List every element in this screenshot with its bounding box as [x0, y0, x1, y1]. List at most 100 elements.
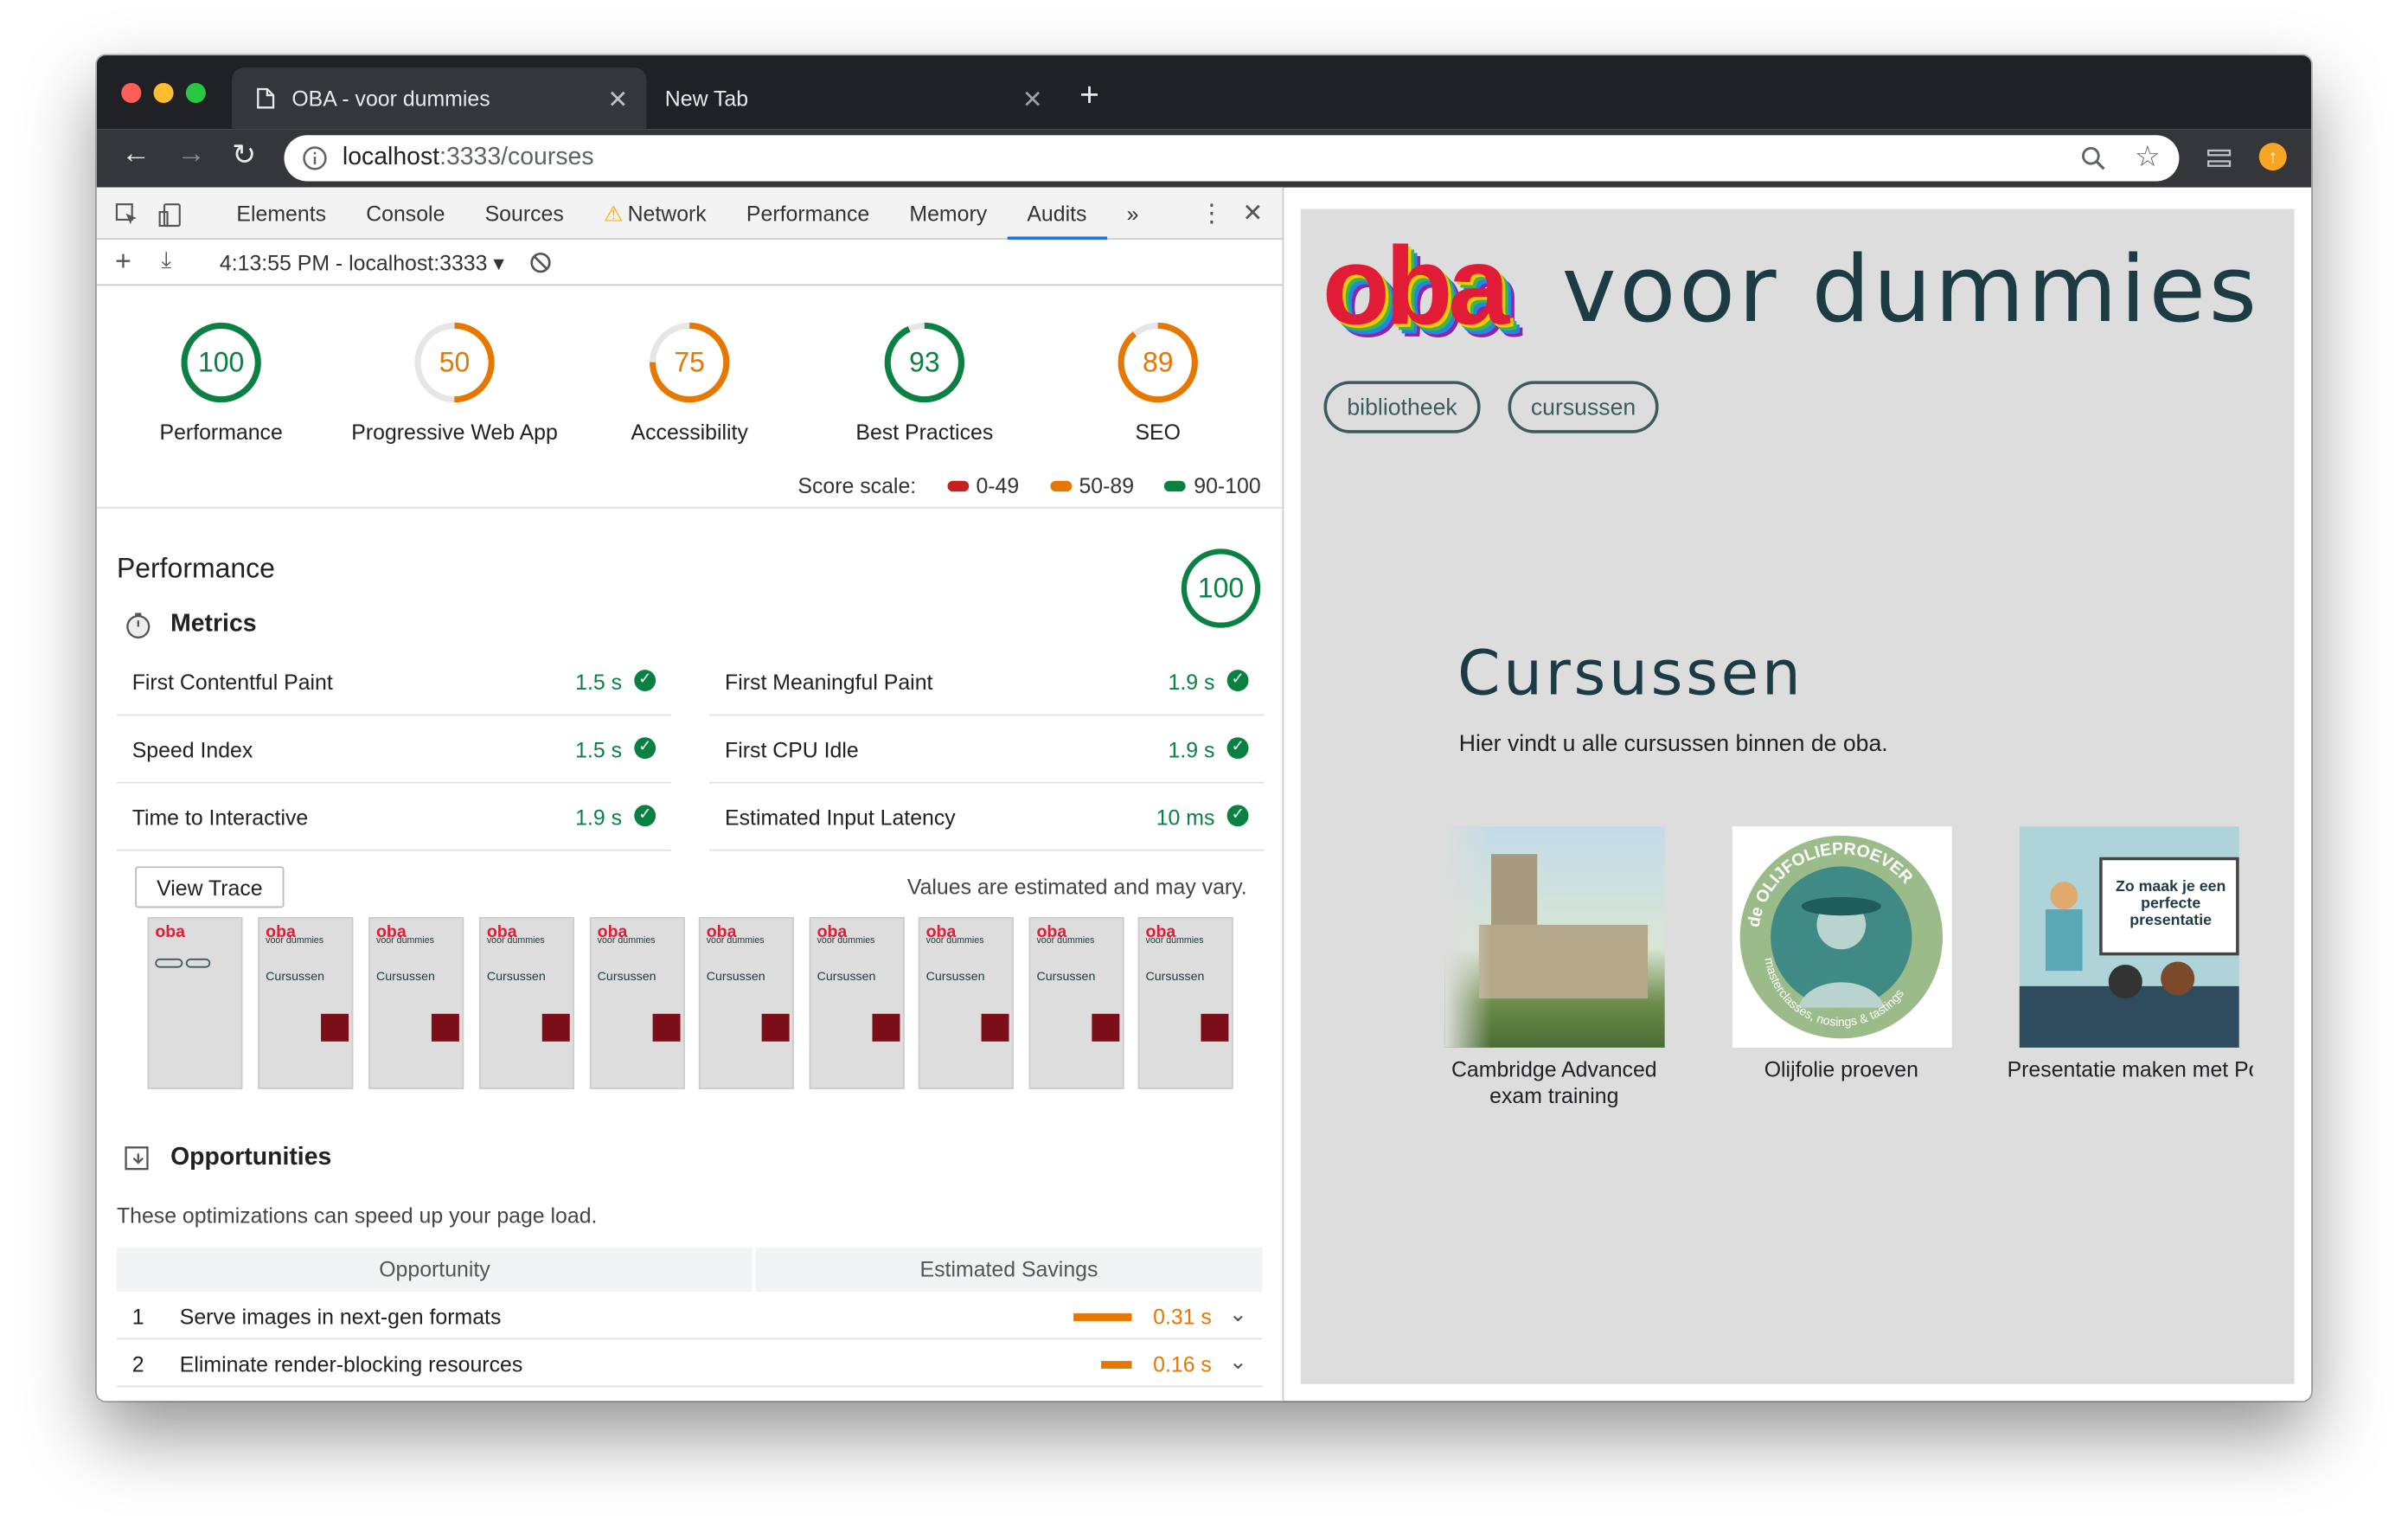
- devtools-tabs: Elements Console Sources ⚠ Network Perfor…: [216, 188, 1158, 240]
- devtools-tabbar: Elements Console Sources ⚠ Network Perfor…: [96, 187, 1283, 240]
- browser-window: OBA - voor dummies ✕ New Tab ✕ + ← → ↻ l…: [96, 55, 2312, 1402]
- gauge-score: 50: [439, 347, 471, 378]
- browser-toolbar: ← → ↻ localhost:3333/courses ☆ ↑: [96, 129, 2312, 188]
- url-path: :3333/courses: [439, 144, 594, 171]
- tab-audits[interactable]: Audits: [1007, 188, 1107, 240]
- filmstrip-frame: oba voor dummies Cursussen: [478, 916, 575, 1089]
- tab-elements[interactable]: Elements: [216, 188, 346, 240]
- reload-icon[interactable]: ↻: [232, 138, 256, 174]
- info-icon[interactable]: [303, 146, 327, 170]
- gauge-ring: 93: [884, 322, 965, 403]
- gauge-score: 75: [674, 347, 705, 378]
- pass-check-icon: ✓: [634, 737, 656, 760]
- close-devtools-icon[interactable]: ✕: [1242, 198, 1263, 229]
- course-card[interactable]: de OLIJFOLIEPROEVER masterclasses, nosin…: [1720, 826, 1963, 1081]
- course-card[interactable]: Zo maak je een perfecte presentatie Pres…: [2008, 826, 2295, 1083]
- gauge-accessibility[interactable]: 75 Accessibility: [574, 319, 804, 444]
- opportunities-title: Opportunities: [170, 1144, 332, 1171]
- close-tab-icon[interactable]: ✕: [607, 85, 628, 116]
- tab-memory[interactable]: Memory: [889, 188, 1007, 240]
- course-title: Presentatie maken met PowerPoint: [2007, 1056, 2253, 1081]
- svg-text:100: 100: [1198, 573, 1244, 604]
- extensions-icon[interactable]: [2206, 146, 2232, 170]
- devtools-menu-icon[interactable]: ⋮: [1200, 198, 1224, 229]
- gauge-performance[interactable]: 100 Performance: [106, 319, 336, 444]
- gauge-pwa[interactable]: 50 Progressive Web App: [339, 319, 569, 444]
- filmstrip-frame: oba voor dummies Cursussen: [809, 916, 905, 1089]
- performance-title: Performance: [116, 553, 275, 584]
- gauge-score: 93: [909, 347, 940, 378]
- new-audit-icon[interactable]: +: [115, 246, 131, 278]
- pass-check-icon: ✓: [1226, 737, 1249, 760]
- nav-bibliotheek[interactable]: bibliotheek: [1323, 381, 1481, 433]
- col-savings: Estimated Savings: [755, 1247, 1263, 1293]
- minimize-window-button[interactable]: [153, 82, 174, 103]
- oba-logo[interactable]: oba: [1322, 224, 1510, 350]
- opportunities-table-header: Opportunity Estimated Savings: [116, 1247, 1263, 1293]
- gauge-ring: 50: [414, 322, 495, 403]
- inspect-element-icon[interactable]: [115, 202, 139, 227]
- close-tab-icon[interactable]: ✕: [1022, 85, 1043, 116]
- metric-row: Estimated Input Latency 10 ms ✓: [709, 784, 1265, 851]
- metric-row: First Contentful Paint 1.5 s ✓: [116, 648, 671, 716]
- zoom-icon[interactable]: [2081, 146, 2105, 170]
- stopwatch-icon: [126, 613, 150, 638]
- gauge-label: Accessibility: [631, 419, 748, 445]
- tab-strip: OBA - voor dummies ✕ New Tab ✕ +: [96, 55, 2312, 130]
- score-scale-legend: Score scale: 0-49 50-89 90-100: [797, 472, 1261, 498]
- audits-toolbar: + ⤓ 4:13:55 PM - localhost:3333 ▾: [96, 239, 1283, 286]
- course-title: Olijfolie proeven: [1764, 1056, 1918, 1081]
- more-tabs-icon[interactable]: »: [1107, 188, 1159, 240]
- filmstrip-frame: oba voor dummies Cursussen: [258, 916, 354, 1089]
- update-icon[interactable]: ↑: [2258, 143, 2287, 171]
- close-window-button[interactable]: [121, 82, 142, 103]
- page-icon: [257, 87, 275, 109]
- gauge-score: 89: [1143, 347, 1174, 378]
- col-opportunity: Opportunity: [116, 1247, 752, 1293]
- opportunity-row[interactable]: 2 Eliminate render-blocking resources 0.…: [116, 1339, 1263, 1388]
- filmstrip-frame: oba voor dummies Cursussen: [368, 916, 464, 1089]
- forward-icon[interactable]: →: [176, 138, 206, 172]
- gauge-best-practices[interactable]: 93 Best Practices: [810, 319, 1040, 444]
- opportunities-description: These optimizations can speed up your pa…: [116, 1203, 598, 1228]
- tab-title: OBA - voor dummies: [291, 86, 490, 111]
- metric-row: First CPU Idle 1.9 s ✓: [709, 715, 1265, 784]
- course-title: Cambridge Advanced exam training: [1451, 1056, 1657, 1108]
- course-card[interactable]: Cambridge Advanced exam training: [1433, 826, 1676, 1109]
- metric-row: First Meaningful Paint 1.9 s ✓: [709, 648, 1265, 716]
- download-report-icon[interactable]: ⤓: [161, 247, 171, 273]
- filmstrip-frame: oba voor dummies Cursussen: [698, 916, 794, 1089]
- back-icon[interactable]: ←: [121, 138, 150, 172]
- filmstrip-frame: oba voor dummies Cursussen: [589, 916, 685, 1089]
- course-image-presentatie: Zo maak je een perfecte presentatie: [2019, 826, 2239, 1048]
- performance-score-gauge: 100: [1181, 549, 1261, 628]
- pass-check-icon: ✓: [634, 670, 656, 691]
- bookmark-star-icon[interactable]: ☆: [2135, 140, 2161, 176]
- page-intro: Hier vindt u alle cursussen binnen de ob…: [1458, 731, 1888, 758]
- tab-performance[interactable]: Performance: [727, 188, 889, 240]
- chevron-down-icon[interactable]: ⌄: [1229, 1301, 1247, 1327]
- opportunity-row[interactable]: 1 Serve images in next-gen formats 0.31 …: [116, 1292, 1263, 1340]
- tab-console[interactable]: Console: [346, 188, 464, 240]
- gauge-label: SEO: [1135, 419, 1181, 445]
- metric-row: Speed Index 1.5 s ✓: [116, 715, 671, 784]
- pass-check-icon: ✓: [1226, 670, 1249, 691]
- new-tab-icon[interactable]: +: [1079, 75, 1099, 115]
- gauge-label: Best Practices: [855, 419, 994, 445]
- device-toolbar-icon[interactable]: [158, 202, 183, 228]
- gauge-ring: 89: [1118, 322, 1198, 403]
- gauge-seo[interactable]: 89 SEO: [1043, 319, 1273, 444]
- clear-icon[interactable]: [530, 252, 552, 273]
- view-trace-button[interactable]: View Trace: [135, 866, 285, 908]
- tab-oba[interactable]: OBA - voor dummies ✕: [232, 67, 647, 130]
- nav-cursussen[interactable]: cursussen: [1508, 381, 1659, 433]
- chevron-down-icon[interactable]: ⌄: [1229, 1349, 1247, 1375]
- report-selector[interactable]: 4:13:55 PM - localhost:3333 ▾: [220, 250, 504, 276]
- zoom-window-button[interactable]: [185, 82, 206, 103]
- tab-new[interactable]: New Tab ✕: [646, 67, 1060, 129]
- tab-network[interactable]: ⚠ Network: [584, 188, 727, 240]
- address-bar[interactable]: localhost:3333/courses ☆: [284, 135, 2180, 182]
- tab-sources[interactable]: Sources: [465, 188, 584, 240]
- legend-average-dot: [1049, 479, 1072, 491]
- gauge-score: 100: [198, 347, 244, 378]
